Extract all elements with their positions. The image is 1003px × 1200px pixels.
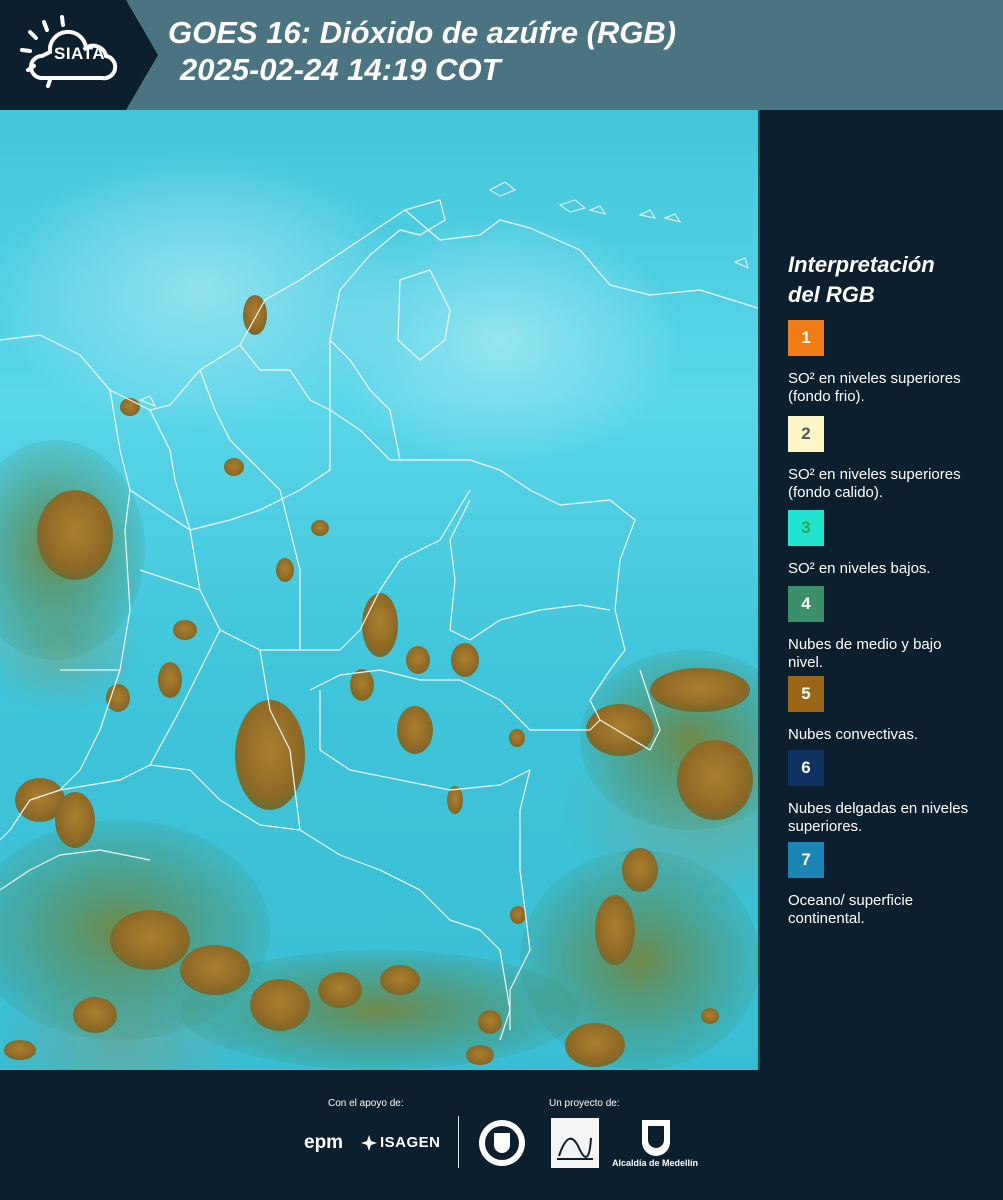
legend-label-6: Nubes delgadas en niveles superiores. bbox=[788, 800, 969, 835]
legend-swatch-6: 6 bbox=[788, 750, 824, 786]
support-label: Con el apoyo de: bbox=[328, 1098, 404, 1109]
area-metropolitana-logo[interactable] bbox=[551, 1118, 599, 1168]
footer-divider bbox=[458, 1116, 459, 1168]
legend-item-5: 5 Nubes convectivas. bbox=[788, 676, 973, 744]
legend-item-2: 2 SO² en niveles superiores (fondo calid… bbox=[788, 416, 973, 502]
legend-panel: Interpretación del RGB 1 SO² en niveles … bbox=[788, 250, 988, 927]
legend-item-1: 1 SO² en niveles superiores (fondo frio)… bbox=[788, 320, 973, 406]
isagen-star-icon bbox=[361, 1135, 377, 1151]
legend-label-7: Oceano/ superficie continental. bbox=[788, 892, 914, 927]
legend-label-4: Nubes de medio y bajo nivel. bbox=[788, 636, 942, 671]
legend-swatch-7: 7 bbox=[788, 842, 824, 878]
satellite-map[interactable] bbox=[0, 110, 760, 1070]
title-product: GOES 16: Dióxido de azúfre (RGB) bbox=[168, 15, 677, 50]
legend-item-4: 4 Nubes de medio y bajo nivel. bbox=[788, 586, 973, 672]
low-cloud-zones bbox=[0, 440, 758, 1070]
siata-logo[interactable]: SIATA bbox=[0, 0, 158, 110]
isagen-logo[interactable]: ISAGEN bbox=[380, 1134, 441, 1151]
alcaldia-shield-icon[interactable] bbox=[640, 1118, 672, 1158]
legend-label-1: SO² en niveles superiores (fondo frio). bbox=[788, 370, 961, 405]
epm-logo[interactable]: epm bbox=[304, 1132, 343, 1154]
medellin-seal-icon[interactable] bbox=[477, 1118, 527, 1168]
header-bar: SIATA GOES 16: Dióxido de azúfre (RGB) 2… bbox=[0, 0, 1003, 110]
legend-swatch-2: 2 bbox=[788, 416, 824, 452]
footer: Con el apoyo de: Un proyecto de: epm ISA… bbox=[0, 1070, 1003, 1200]
legend-title-line2: del RGB bbox=[788, 282, 875, 307]
legend-swatch-4: 4 bbox=[788, 586, 824, 622]
legend-label-5: Nubes convectivas. bbox=[788, 726, 919, 743]
legend-item-7: 7 Oceano/ superficie continental. bbox=[788, 842, 973, 928]
legend-swatch-5: 5 bbox=[788, 676, 824, 712]
legend-title: Interpretación del RGB bbox=[788, 250, 988, 310]
page-title: GOES 16: Dióxido de azúfre (RGB) 2025-02… bbox=[168, 14, 676, 88]
legend-swatch-3: 3 bbox=[788, 510, 824, 546]
legend-item-6: 6 Nubes delgadas en niveles superiores. bbox=[788, 750, 973, 836]
legend-label-3: SO² en niveles bajos. bbox=[788, 560, 931, 577]
project-label: Un proyecto de: bbox=[549, 1098, 620, 1109]
legend-swatch-1: 1 bbox=[788, 320, 824, 356]
title-timestamp: 2025-02-24 14:19 COT bbox=[180, 52, 501, 87]
alcaldia-label: Alcaldía de Medellín bbox=[612, 1158, 699, 1168]
area-metropolitana-icon bbox=[557, 1137, 593, 1160]
legend-title-line1: Interpretación bbox=[788, 252, 935, 277]
logo-text: SIATA bbox=[54, 44, 105, 63]
legend-label-2: SO² en niveles superiores (fondo calido)… bbox=[788, 466, 961, 501]
legend-item-3: 3 SO² en niveles bajos. bbox=[788, 510, 973, 578]
map-overlay bbox=[0, 181, 758, 1070]
